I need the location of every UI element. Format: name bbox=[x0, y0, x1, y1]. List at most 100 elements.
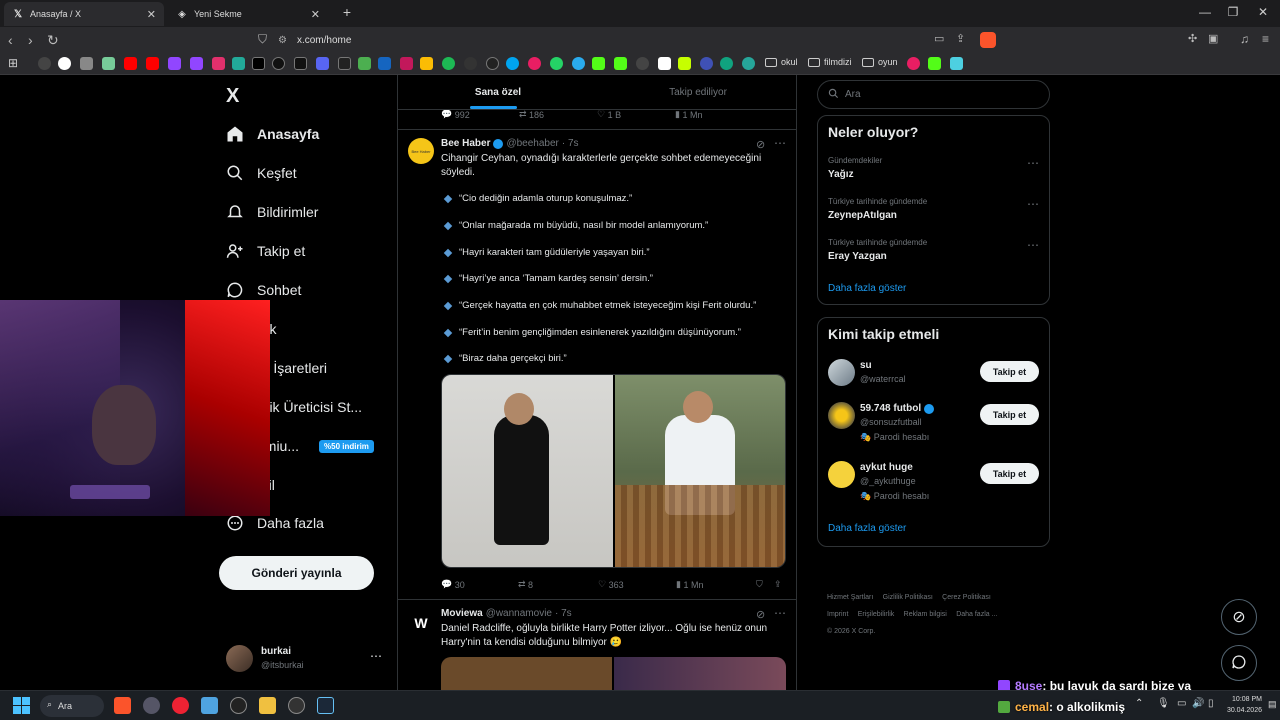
share-icon[interactable]: ⇪ bbox=[956, 32, 965, 45]
history-icon[interactable] bbox=[38, 57, 51, 70]
trend-item[interactable]: Yağız bbox=[828, 169, 854, 180]
nav-explore[interactable]: Keşfet bbox=[226, 164, 297, 182]
trend-item[interactable]: Eray Yazgan bbox=[828, 251, 887, 262]
bookmark-icon[interactable] bbox=[400, 57, 413, 70]
volume-icon[interactable]: 🔊 bbox=[1192, 698, 1204, 709]
nav-more[interactable]: Daha fazla bbox=[226, 514, 324, 532]
show-more-trends-link[interactable]: Daha fazla göster bbox=[828, 283, 906, 294]
grok-icon[interactable]: ⊘ bbox=[756, 138, 765, 151]
bookmark-icon[interactable] bbox=[338, 57, 351, 70]
extensions-icon[interactable]: ✣ bbox=[1188, 32, 1197, 45]
avatar[interactable] bbox=[828, 461, 855, 488]
bookmark-icon[interactable] bbox=[80, 57, 93, 70]
obs-icon[interactable] bbox=[288, 697, 305, 714]
account-switcher[interactable]: burkai @itsburkai ⋯ bbox=[226, 645, 406, 675]
wallet-icon[interactable]: ▣ bbox=[1208, 32, 1218, 45]
back-icon[interactable]: ‹ bbox=[8, 32, 13, 48]
more-options-icon[interactable]: ⋯ bbox=[370, 649, 382, 663]
post-button[interactable]: Gönderi yayınla bbox=[219, 556, 374, 590]
maximize-icon[interactable]: ❐ bbox=[1218, 5, 1248, 19]
author-name[interactable]: Bee Haber bbox=[441, 138, 490, 149]
views-count[interactable]: ▮ 1 Mn bbox=[676, 579, 756, 590]
taskbar-clock[interactable]: 10:08 PM 30.04.2026 bbox=[1222, 694, 1262, 716]
bookmark-icon[interactable]: ⛉ bbox=[756, 579, 774, 590]
tweet-time[interactable]: · 7s bbox=[555, 608, 572, 619]
windows-start-icon[interactable] bbox=[13, 697, 30, 714]
bookmark-icon[interactable] bbox=[528, 57, 541, 70]
kick-icon[interactable] bbox=[614, 57, 627, 70]
youtube-icon[interactable] bbox=[146, 57, 159, 70]
close-tab-icon[interactable]: ✕ bbox=[311, 8, 320, 21]
network-icon[interactable]: ▭ bbox=[1177, 698, 1186, 709]
search-input[interactable]: Ara bbox=[817, 80, 1050, 109]
avatar[interactable]: W bbox=[408, 610, 434, 636]
tweet-media[interactable] bbox=[441, 657, 786, 690]
footer-link[interactable]: Gizlilik Politikası bbox=[883, 594, 933, 601]
tab-new-tab[interactable]: ◈ Yeni Sekme ✕ bbox=[168, 2, 328, 26]
kick-icon[interactable] bbox=[928, 57, 941, 70]
chevron-up-icon[interactable]: ⌃ bbox=[1135, 698, 1143, 709]
twitch-icon[interactable] bbox=[168, 57, 181, 70]
trend-item[interactable]: ZeynepAtılgan bbox=[828, 210, 897, 221]
kick-icon[interactable] bbox=[592, 57, 605, 70]
twitch-icon[interactable] bbox=[190, 57, 203, 70]
youtube-icon[interactable] bbox=[124, 57, 137, 70]
google-icon[interactable] bbox=[58, 57, 71, 70]
steam-icon[interactable] bbox=[317, 697, 334, 714]
x-logo[interactable]: X bbox=[226, 85, 239, 108]
tab-for-you[interactable]: Sana özel bbox=[398, 75, 598, 109]
footer-link[interactable]: Daha fazla ... bbox=[956, 611, 997, 618]
avatar[interactable]: Bee Haber bbox=[408, 138, 434, 164]
author-name[interactable]: Moviewa bbox=[441, 608, 483, 619]
app-icon[interactable] bbox=[230, 697, 247, 714]
bookmark-icon[interactable] bbox=[907, 57, 920, 70]
app-icon[interactable] bbox=[143, 697, 160, 714]
menu-icon[interactable]: ≡ bbox=[1262, 32, 1269, 46]
github-icon[interactable] bbox=[486, 57, 499, 70]
discord-icon[interactable] bbox=[316, 57, 329, 70]
media-icon[interactable]: ♫ bbox=[1240, 32, 1249, 46]
tweet-moviewa[interactable]: W Moviewa @wannamovie · 7s ⊘ ⋯ Daniel Ra… bbox=[398, 600, 796, 690]
nav-notifications[interactable]: Bildirimler bbox=[226, 203, 318, 221]
address-field[interactable]: ⚙ x.com/home bbox=[278, 30, 998, 50]
bookmark-icon[interactable] bbox=[742, 57, 755, 70]
chatgpt-icon[interactable] bbox=[720, 57, 733, 70]
bookmark-icon[interactable] bbox=[102, 57, 115, 70]
avatar[interactable] bbox=[828, 359, 855, 386]
bookmark-page-icon[interactable]: ⛉ bbox=[258, 32, 267, 47]
brave-icon[interactable] bbox=[114, 697, 131, 714]
follow-button[interactable]: Takip et bbox=[980, 404, 1039, 425]
follow-button[interactable]: Takip et bbox=[980, 463, 1039, 484]
tiktok-icon[interactable] bbox=[294, 57, 307, 70]
views-count[interactable]: ▮ 1 Mn bbox=[675, 109, 753, 120]
like-button[interactable]: ♡ 1 B bbox=[597, 109, 675, 120]
footer-link[interactable]: Reklam bilgisi bbox=[904, 611, 947, 618]
new-tab-button[interactable]: + bbox=[332, 4, 362, 20]
bookmark-folder-okul[interactable]: okul bbox=[765, 57, 798, 67]
telegram-icon[interactable] bbox=[572, 57, 585, 70]
more-options-icon[interactable]: ⋯ bbox=[1027, 156, 1039, 170]
tweet-bee-haber[interactable]: Bee Haber Bee Haber @beehaber · 7s ⊘ ⋯ C… bbox=[398, 130, 796, 598]
more-options-icon[interactable]: ⋯ bbox=[774, 606, 786, 620]
footer-link[interactable]: Hizmet Şartları bbox=[827, 594, 873, 601]
minimize-icon[interactable]: — bbox=[1190, 5, 1220, 19]
bookmark-icon[interactable] bbox=[358, 57, 371, 70]
site-info-icon[interactable]: ⚙ bbox=[278, 35, 287, 46]
close-window-icon[interactable]: ✕ bbox=[1248, 5, 1278, 19]
x-bookmark-icon[interactable] bbox=[252, 57, 265, 70]
avatar[interactable] bbox=[828, 402, 855, 429]
notification-icon[interactable]: ▤ bbox=[1268, 699, 1277, 710]
nav-chat[interactable]: Sohbet bbox=[226, 281, 301, 299]
instagram-icon[interactable] bbox=[212, 57, 225, 70]
reload-icon[interactable]: ↻ bbox=[47, 32, 59, 49]
reply-button[interactable]: 💬 30 bbox=[441, 579, 518, 590]
like-button[interactable]: ♡ 363 bbox=[598, 579, 676, 590]
bookmark-icon[interactable] bbox=[700, 57, 713, 70]
bookmark-icon[interactable] bbox=[232, 57, 245, 70]
footer-link[interactable]: Çerez Politikası bbox=[942, 594, 991, 601]
share-icon[interactable]: ⇪ bbox=[774, 579, 782, 590]
more-options-icon[interactable]: ⋯ bbox=[1027, 238, 1039, 252]
photos-icon[interactable] bbox=[201, 697, 218, 714]
tweet-time[interactable]: · 7s bbox=[562, 138, 579, 149]
bookmark-folder-oyun[interactable]: oyun bbox=[862, 57, 898, 67]
